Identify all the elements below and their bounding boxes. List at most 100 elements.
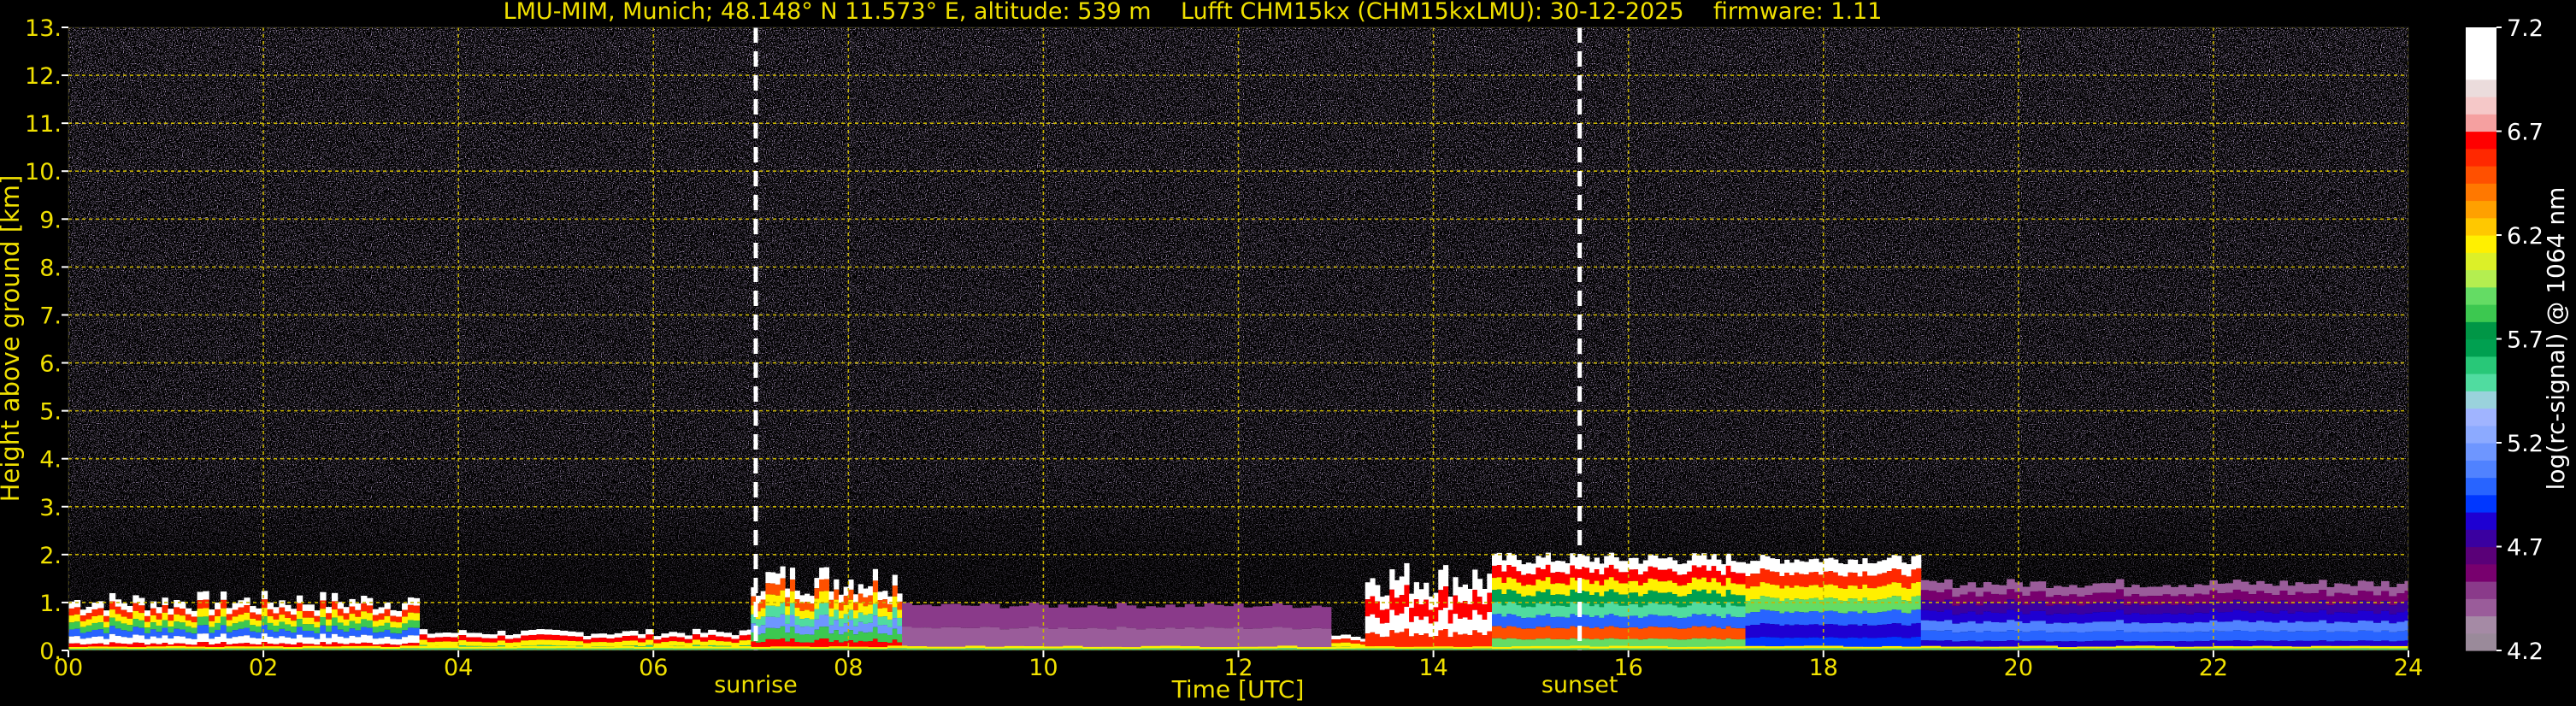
backscatter-cell (402, 609, 409, 617)
backscatter-cell (1852, 611, 1859, 625)
backscatter-cell (1803, 574, 1810, 587)
backscatter-cell (220, 633, 227, 643)
backscatter-cell (1682, 563, 1688, 574)
backscatter-cell (390, 609, 397, 616)
backscatter-cell (326, 625, 333, 632)
backscatter-cell (2037, 645, 2058, 649)
backscatter-cell (1967, 582, 1977, 592)
backscatter-cell (1990, 621, 2000, 632)
backscatter-cell (2053, 613, 2062, 623)
backscatter-cell (296, 634, 304, 643)
backscatter-cell (809, 611, 815, 620)
backscatter-cell (1696, 567, 1702, 580)
backscatter-cell (614, 637, 623, 642)
backscatter-cell (1506, 601, 1512, 615)
backscatter-cell (887, 645, 908, 649)
backscatter-cell (887, 603, 893, 612)
backscatter-cell (2279, 580, 2289, 591)
backscatter-cell (139, 613, 145, 621)
backscatter-cell (1833, 585, 1839, 599)
backscatter-cell (133, 603, 139, 611)
backscatter-cell (1312, 605, 1322, 628)
backscatter-cell (1779, 563, 1785, 576)
backscatter-cell (521, 630, 529, 636)
backscatter-cell (1750, 561, 1756, 574)
y-tick-label: 2. (39, 543, 62, 569)
backscatter-cell (1706, 616, 1712, 628)
backscatter-cell (2131, 632, 2140, 642)
backscatter-cell (407, 620, 415, 628)
backscatter-cell (2135, 645, 2155, 649)
backscatter-cell (2178, 613, 2187, 623)
backscatter-cell (1765, 583, 1771, 597)
backscatter-cell (863, 632, 869, 642)
backscatter-cell (1716, 627, 1722, 639)
backscatter-cell (1848, 611, 1854, 625)
backscatter-cell (606, 634, 616, 639)
backscatter-cell (1541, 615, 1547, 627)
backscatter-cell (1608, 614, 1615, 627)
backscatter-cell (858, 593, 864, 603)
backscatter-cell (2381, 580, 2390, 591)
backscatter-cell (2131, 603, 2140, 614)
backscatter-cell (1243, 607, 1254, 629)
backscatter-cell (372, 638, 380, 645)
backscatter-cell (780, 578, 786, 591)
backscatter-cell (1584, 568, 1590, 580)
backscatter-cell (1842, 646, 1863, 649)
backscatter-cell (91, 615, 98, 623)
backscatter-cell (1896, 556, 1902, 570)
backscatter-cell (2115, 645, 2137, 649)
backscatter-cell (144, 632, 151, 639)
backscatter-cell (1472, 609, 1478, 631)
backscatter-cell (1536, 603, 1541, 615)
backscatter-cell (1823, 645, 1844, 649)
backscatter-cell (308, 610, 315, 618)
backscatter-cell (2373, 632, 2382, 642)
backscatter-cell (770, 605, 776, 617)
backscatter-cell (1770, 571, 1776, 585)
backscatter-cell (1453, 614, 1459, 632)
backscatter-cell (115, 635, 122, 644)
backscatter-cell (1399, 576, 1405, 596)
backscatter-cell (1594, 569, 1600, 581)
backscatter-cell (598, 638, 608, 643)
backscatter-cell (2326, 605, 2335, 615)
backscatter-cell (1618, 627, 1624, 639)
backscatter-cell (1458, 618, 1464, 635)
backscatter-cell (1906, 588, 1912, 602)
backscatter-cell (1043, 646, 1064, 649)
backscatter-cell (2185, 614, 2195, 624)
backscatter-cell (1867, 562, 1873, 576)
backscatter-cell (1813, 572, 1819, 585)
backscatter-cell (868, 595, 874, 605)
backscatter-cell (1936, 631, 1945, 641)
backscatter-cell (1565, 617, 1571, 629)
colorbar-swatch (2466, 391, 2496, 409)
backscatter-cell (1536, 615, 1541, 627)
backscatter-cell (162, 605, 168, 613)
backscatter-cell (1794, 624, 1800, 638)
backscatter-cell (1725, 590, 1731, 603)
backscatter-cell (1716, 582, 1722, 594)
backscatter-cell (1774, 611, 1780, 625)
backscatter-cell (296, 611, 304, 620)
backscatter-cell (2030, 630, 2039, 641)
backscatter-cell (80, 609, 87, 616)
backscatter-cell (1453, 577, 1459, 596)
backscatter-cell (692, 646, 713, 649)
backscatter-cell (2069, 613, 2078, 623)
backscatter-cell (396, 616, 403, 623)
backscatter-cell (1696, 603, 1702, 615)
backscatter-cell (2357, 621, 2367, 631)
backscatter-cell (244, 612, 251, 621)
backscatter-cell (1882, 573, 1888, 586)
backscatter-cell (699, 641, 709, 646)
backscatter-cell (2037, 630, 2047, 641)
backscatter-cell (809, 634, 815, 643)
backscatter-cell (1754, 561, 1761, 574)
backscatter-cell (1458, 603, 1464, 619)
backscatter-cell (1696, 627, 1702, 639)
backscatter-cell (127, 612, 133, 619)
backscatter-cell (1218, 647, 1239, 650)
